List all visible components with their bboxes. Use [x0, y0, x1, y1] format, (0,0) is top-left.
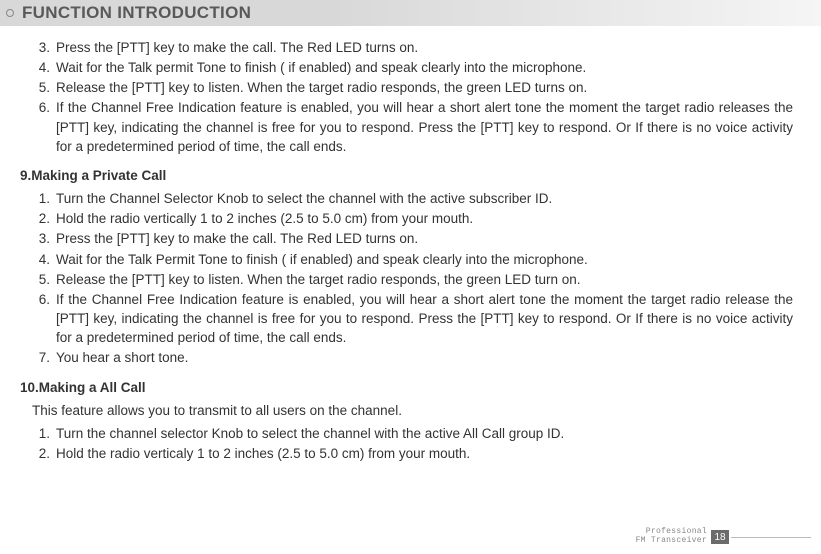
footer-label: Professional FM Transceiver — [636, 528, 707, 546]
list-item: 4.Wait for the Talk Permit Tone to finis… — [32, 250, 793, 269]
list-item: 5.Release the [PTT] key to listen. When … — [32, 270, 793, 289]
section-9-list: 1.Turn the Channel Selector Knob to sele… — [20, 189, 793, 367]
list-item: 6.If the Channel Free Indication feature… — [32, 290, 793, 347]
page-title: FUNCTION INTRODUCTION — [22, 3, 251, 23]
header-bullet-icon — [6, 9, 14, 17]
section-9-title: 9.Making a Private Call — [20, 166, 793, 185]
page-content: 3.Press the [PTT] key to make the call. … — [0, 26, 821, 463]
list-item: 2.Hold the radio verticaly 1 to 2 inches… — [32, 444, 793, 463]
list-item: 3.Press the [PTT] key to make the call. … — [32, 38, 793, 57]
list-item: 4.Wait for the Talk permit Tone to finis… — [32, 58, 793, 77]
list-item: 3.Press the [PTT] key to make the call. … — [32, 229, 793, 248]
page-footer: Professional FM Transceiver 18 — [636, 528, 811, 546]
list-item: 1.Turn the Channel Selector Knob to sele… — [32, 189, 793, 208]
section-10-title: 10.Making a All Call — [20, 378, 793, 397]
page-number: 18 — [711, 530, 729, 544]
section-10-intro: This feature allows you to transmit to a… — [32, 401, 793, 420]
section-10-list: 1.Turn the channel selector Knob to sele… — [20, 424, 793, 463]
list-item: 6.If the Channel Free Indication feature… — [32, 98, 793, 155]
footer-rule — [731, 537, 811, 538]
continuation-list: 3.Press the [PTT] key to make the call. … — [20, 38, 793, 156]
list-item: 7.You hear a short tone. — [32, 348, 793, 367]
list-item: 1.Turn the channel selector Knob to sele… — [32, 424, 793, 443]
list-item: 2.Hold the radio vertically 1 to 2 inche… — [32, 209, 793, 228]
list-item: 5.Release the [PTT] key to listen. When … — [32, 78, 793, 97]
header-bar: FUNCTION INTRODUCTION — [0, 0, 821, 26]
